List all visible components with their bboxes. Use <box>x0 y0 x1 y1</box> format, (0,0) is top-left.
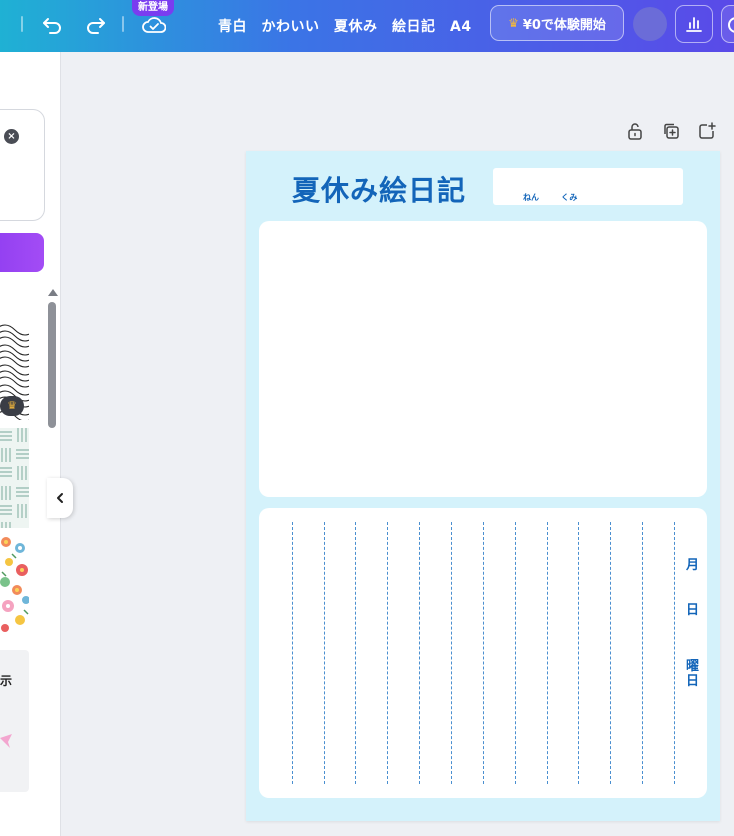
template-card-label: 示 <box>0 674 13 688</box>
start-trial-label: ¥0で体験開始 <box>522 17 606 33</box>
chevron-left-icon <box>57 493 63 503</box>
share-button[interactable] <box>721 5 734 43</box>
undo-icon[interactable] <box>40 12 66 38</box>
writing-guide-line <box>355 522 356 784</box>
drawing-area[interactable] <box>259 221 707 497</box>
share-icon <box>728 17 734 33</box>
ribbon-icon <box>0 734 12 748</box>
add-page-icon[interactable] <box>697 121 717 141</box>
search-field[interactable] <box>0 109 45 221</box>
insights-button[interactable] <box>675 5 713 43</box>
writing-guide-line <box>610 522 611 784</box>
grade-label: ねん <box>523 193 539 202</box>
day-label: 日 <box>686 603 700 618</box>
redo-icon[interactable] <box>82 12 108 38</box>
class-label: くみ <box>561 193 578 202</box>
start-trial-button[interactable]: ♛ ¥0で体験開始 <box>490 5 624 41</box>
writing-guide-line <box>324 522 325 784</box>
clear-search-icon[interactable]: × <box>4 129 19 144</box>
design-page[interactable]: 夏休み絵日記 ねん くみ 月 日 曜日 <box>246 151 720 821</box>
writing-guide-line <box>292 522 293 784</box>
month-label: 月 <box>686 558 700 573</box>
scroll-up-icon[interactable] <box>48 289 58 296</box>
weekday-label: 曜日 <box>686 659 700 689</box>
pattern-thumbnail-floral[interactable] <box>0 534 29 634</box>
duplicate-page-icon[interactable] <box>661 121 681 141</box>
writing-guide-line <box>483 522 484 784</box>
pattern-thumbnail-weave[interactable] <box>0 428 29 528</box>
scrollbar-thumb[interactable] <box>48 302 56 428</box>
avatar[interactable] <box>633 7 667 41</box>
writing-guide-line <box>451 522 452 784</box>
side-panel: × ♛ 示 <box>0 52 61 836</box>
lock-page-icon[interactable] <box>625 121 645 141</box>
writing-guide-line <box>578 522 579 784</box>
writing-guide-line <box>547 522 548 784</box>
bar-chart-icon <box>686 17 702 32</box>
toolbar-divider <box>21 16 23 32</box>
writing-guide-line <box>419 522 420 784</box>
document-title[interactable]: 青白 かわいい 夏休み 絵日記 A4 <box>218 16 472 36</box>
premium-crown-icon: ♛ <box>0 396 24 416</box>
crown-icon: ♛ <box>508 16 519 30</box>
toolbar-divider <box>122 16 124 32</box>
writing-guide-line <box>515 522 516 784</box>
name-field-box[interactable]: ねん くみ <box>493 168 683 205</box>
writing-guide-line <box>387 522 388 784</box>
writing-guide-line <box>642 522 643 784</box>
collapse-panel-button[interactable] <box>47 478 73 518</box>
writing-guide-line <box>674 522 675 784</box>
cloud-saved-icon[interactable] <box>141 12 167 38</box>
top-toolbar: 新登場 青白 かわいい 夏休み 絵日記 A4 ♛ ¥0で体験開始 <box>0 0 734 52</box>
diary-title[interactable]: 夏休み絵日記 <box>292 169 466 209</box>
writing-area[interactable]: 月 日 曜日 <box>259 508 707 798</box>
premium-button[interactable] <box>0 233 44 272</box>
